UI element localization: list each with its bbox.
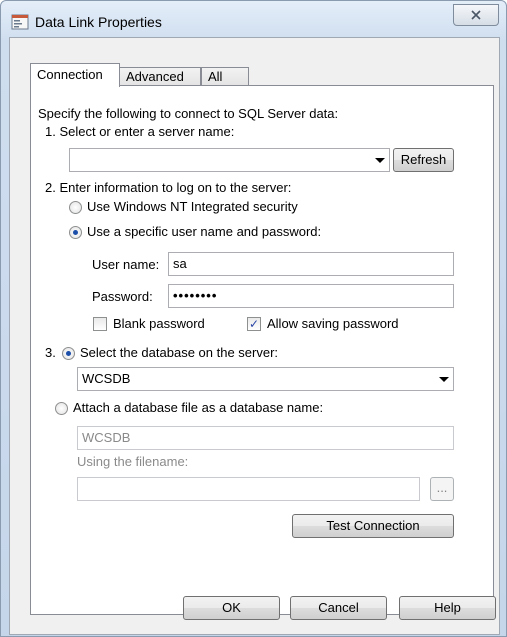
nt-security-radio[interactable] [69,201,82,214]
close-icon [470,8,482,23]
chevron-down-icon[interactable] [439,377,449,382]
database-combo[interactable]: WCSDB [77,367,454,391]
tab-advanced[interactable]: Advanced [119,67,201,86]
close-button[interactable] [453,4,499,26]
browse-button[interactable]: ... [430,477,454,501]
username-field[interactable]: sa [168,252,454,276]
specific-user-label[interactable]: Use a specific user name and password: [87,224,321,239]
blank-password-checkbox[interactable] [93,317,107,331]
allow-saving-checkbox[interactable]: ✓ [247,317,261,331]
refresh-button[interactable]: Refresh [393,148,454,172]
connection-panel: Specify the following to connect to SQL … [30,85,494,615]
help-button[interactable]: Help [399,596,496,620]
attach-db-radio[interactable] [55,402,68,415]
cancel-button[interactable]: Cancel [290,596,387,620]
select-db-label[interactable]: Select the database on the server: [80,345,278,360]
password-label: Password: [92,289,153,304]
title-bar: Data Link Properties [1,1,506,37]
properties-icon [11,14,29,30]
intro-text: Specify the following to connect to SQL … [38,106,339,121]
filename-field[interactable] [77,477,420,501]
password-field[interactable]: •••••••• [168,284,454,308]
server-name-combo[interactable] [69,148,390,172]
filename-label: Using the filename: [77,454,189,469]
data-link-properties-window: Data Link Properties Connection Advanced… [0,0,507,637]
allow-saving-label[interactable]: Allow saving password [267,316,399,331]
dialog-body: Connection Advanced All Specify the foll… [9,37,500,635]
nt-security-label[interactable]: Use Windows NT Integrated security [87,199,298,214]
ok-button[interactable]: OK [183,596,280,620]
test-connection-button[interactable]: Test Connection [292,514,454,538]
step2-label: 2. Enter information to log on to the se… [45,180,292,195]
username-label: User name: [92,257,160,272]
step3-number: 3. [45,345,56,360]
blank-password-label[interactable]: Blank password [113,316,205,331]
tab-connection[interactable]: Connection [30,63,120,87]
tab-all[interactable]: All [201,67,249,86]
attach-db-name-field[interactable]: WCSDB [77,426,454,450]
attach-db-label[interactable]: Attach a database file as a database nam… [73,400,323,415]
step1-label: 1. Select or enter a server name: [45,124,235,139]
database-value: WCSDB [82,371,131,386]
select-db-radio[interactable] [62,347,75,360]
chevron-down-icon[interactable] [375,158,385,163]
specific-user-radio[interactable] [69,226,82,239]
window-title: Data Link Properties [35,14,162,30]
